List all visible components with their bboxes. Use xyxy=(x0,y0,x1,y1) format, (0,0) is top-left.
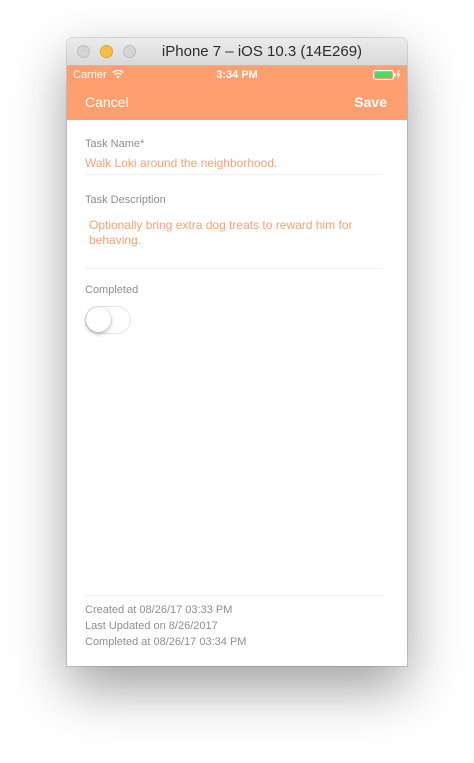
last-updated-text: Last Updated on 8/26/2017 xyxy=(85,620,218,632)
task-name-field[interactable]: Walk Loki around the neighborhood. xyxy=(85,156,277,170)
cancel-button[interactable]: Cancel xyxy=(85,94,129,110)
simulator-window: iPhone 7 – iOS 10.3 (14E269) Carrier 3:3… xyxy=(67,38,407,666)
window-title: iPhone 7 – iOS 10.3 (14E269) xyxy=(161,43,363,60)
completed-label: Completed xyxy=(85,284,139,296)
completed-toggle[interactable] xyxy=(85,306,131,334)
created-at-text: Created at 08/26/17 03:33 PM xyxy=(85,604,233,616)
battery-icon xyxy=(373,70,400,80)
save-button[interactable]: Save xyxy=(354,94,387,110)
navigation-bar: Carrier 3:34 PM Cancel Save xyxy=(67,66,407,120)
task-description-label: Task Description xyxy=(85,194,166,206)
status-bar: Carrier 3:34 PM xyxy=(67,66,407,84)
task-name-label: Task Name* xyxy=(85,138,145,150)
task-description-field[interactable]: Optionally bring extra dog treats to rew… xyxy=(89,218,369,248)
toggle-knob[interactable] xyxy=(86,307,111,332)
device-screen: Carrier 3:34 PM Cancel Save Task Name* W… xyxy=(67,66,407,666)
footer-divider xyxy=(85,595,383,596)
completed-at-text: Completed at 08/26/17 03:34 PM xyxy=(85,636,247,648)
task-description-underline xyxy=(85,268,383,269)
status-time: 3:34 PM xyxy=(216,69,258,81)
task-name-underline xyxy=(85,174,383,175)
window-titlebar: iPhone 7 – iOS 10.3 (14E269) xyxy=(67,38,407,66)
